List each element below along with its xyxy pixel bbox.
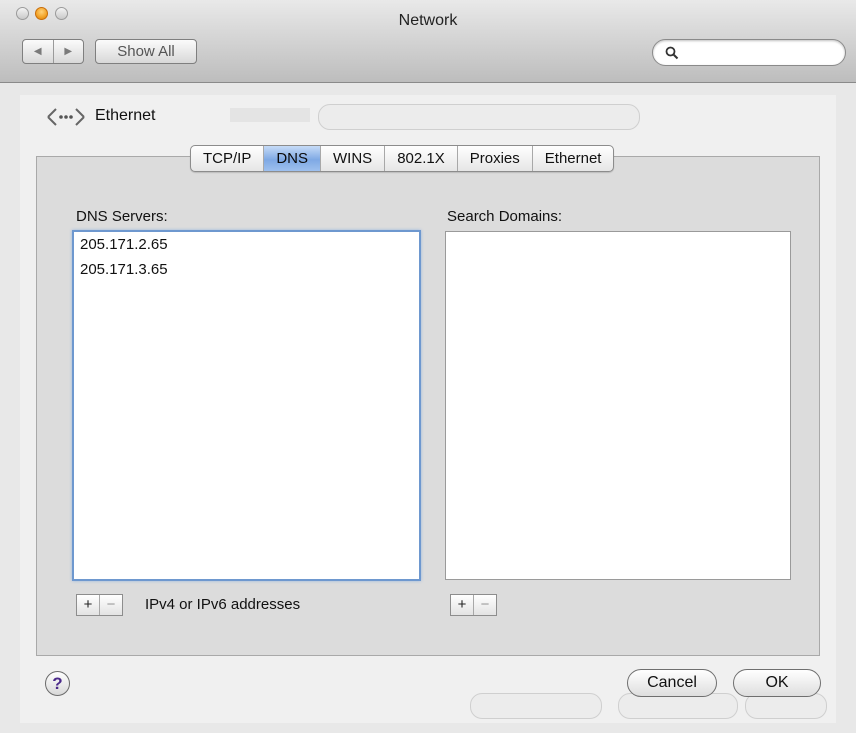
search-domains-add-remove-control: + − <box>450 594 497 616</box>
network-window: Network ◀ ▶ Show All Ethernet TCP/IP DNS… <box>0 0 856 733</box>
cancel-button[interactable]: Cancel <box>627 669 717 697</box>
dns-address-hint: IPv4 or IPv6 addresses <box>145 596 301 613</box>
show-all-button[interactable]: Show All <box>95 39 197 64</box>
ok-button[interactable]: OK <box>733 669 821 697</box>
back-forward-control: ◀ ▶ <box>22 39 84 64</box>
tab-proxies[interactable]: Proxies <box>456 146 532 171</box>
tab-tcpip[interactable]: TCP/IP <box>191 146 263 171</box>
tab-dns[interactable]: DNS <box>263 146 321 171</box>
search-domains-label: Search Domains: <box>447 208 563 225</box>
ethernet-icon <box>47 108 85 126</box>
add-dns-server-button[interactable]: + <box>77 595 99 615</box>
dns-server-entry[interactable]: 205.171.3.65 <box>80 261 168 278</box>
forward-button[interactable]: ▶ <box>52 40 84 63</box>
back-button[interactable]: ◀ <box>23 40 53 63</box>
back-arrow-icon: ◀ <box>33 46 42 57</box>
location-popup-ghost <box>318 104 640 130</box>
help-button[interactable]: ? <box>45 671 70 696</box>
search-domains-list[interactable] <box>445 231 791 580</box>
assist-button-ghost <box>470 693 602 719</box>
tab-ethernet[interactable]: Ethernet <box>531 146 614 171</box>
remove-search-domain-button[interactable]: − <box>473 595 496 615</box>
remove-dns-server-button[interactable]: − <box>99 595 122 615</box>
title-bar: Network ◀ ▶ Show All <box>0 0 856 83</box>
dns-add-remove-control: + − <box>76 594 123 616</box>
window-title: Network <box>398 12 458 29</box>
search-icon <box>665 46 679 60</box>
dns-servers-label: DNS Servers: <box>76 208 168 225</box>
interface-name: Ethernet <box>95 107 156 124</box>
tab-8021x[interactable]: 802.1X <box>384 146 457 171</box>
add-search-domain-button[interactable]: + <box>451 595 473 615</box>
dns-servers-list[interactable]: 205.171.2.65 205.171.3.65 <box>72 230 421 581</box>
settings-tabs: TCP/IP DNS WINS 802.1X Proxies Ethernet <box>190 145 615 172</box>
forward-arrow-icon: ▶ <box>64 46 73 57</box>
search-field[interactable] <box>652 39 846 66</box>
dns-server-entry[interactable]: 205.171.2.65 <box>80 236 168 253</box>
location-label-ghost <box>230 108 310 122</box>
tab-wins[interactable]: WINS <box>320 146 384 171</box>
